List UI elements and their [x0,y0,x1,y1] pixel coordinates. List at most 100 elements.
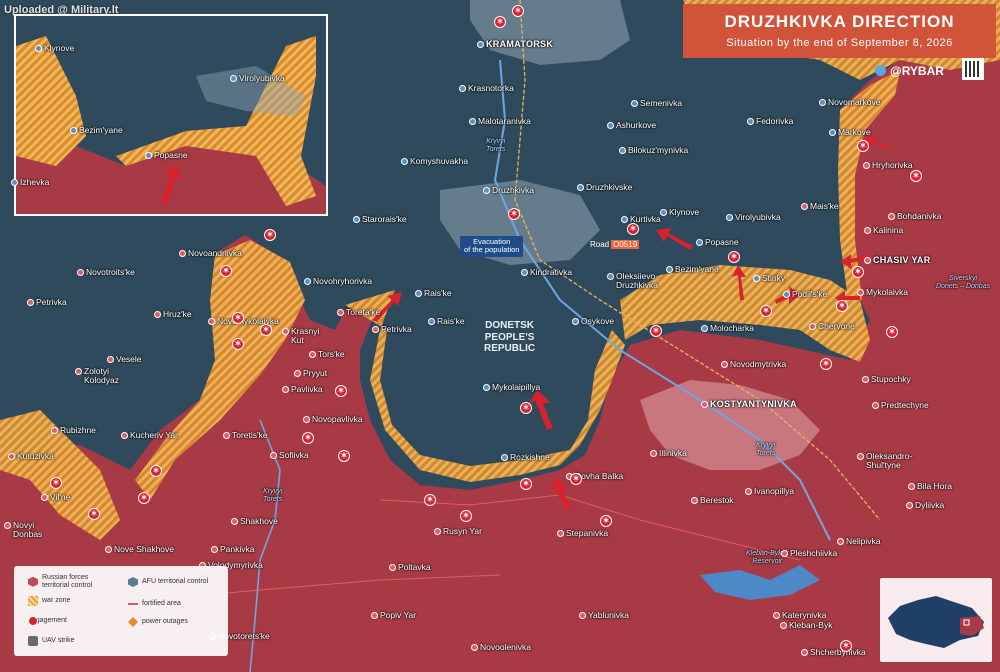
town-label: Predtechyne [881,400,929,410]
inset-town-label: Bezim'yane [79,125,123,135]
town-marker [282,386,289,393]
town-label: Chervone [818,321,855,331]
town-label: Mais'ke [810,201,839,211]
town-label: Krasnyi Kut [291,326,320,345]
engagement-icon: ✶ [150,465,162,477]
town-label: Sofiivka [279,450,309,460]
engagement-icon: ✶ [570,473,582,485]
inset-town-marker [145,152,152,159]
town-marker [179,250,186,257]
town-marker [864,257,871,264]
town-marker [223,432,230,439]
town-marker [41,494,48,501]
town-marker [857,453,864,460]
engagement-icon: ✶ [508,208,520,220]
town-marker [211,546,218,553]
town-label: Malotaranivka [478,116,531,126]
town-label: Nove Shakhove [114,544,175,554]
engagement-icon: ✶ [852,266,864,278]
river-label-4: Siverskyi Donets – Donbas [936,275,991,290]
town-marker [621,216,628,223]
town-label: Novyi Donbas [13,520,43,539]
engagement-icon: ✶ [264,229,276,241]
town-marker [660,209,667,216]
town-marker [888,213,895,220]
town-marker [701,325,708,332]
town-marker [607,122,614,129]
town-marker [483,384,490,391]
town-label: Novomarkove [828,97,881,107]
town-marker [415,290,422,297]
town-label: Zolotyi Kolodyaz [84,366,119,385]
town-label: Fedorivka [756,116,794,126]
town-marker [837,538,844,545]
engagement-icon: ✶ [627,223,639,235]
town-label: Bezim'yane [675,264,719,274]
engagement-icon: ✶ [335,385,347,397]
map-title: Druzhkivka direction [724,12,955,31]
town-marker [270,452,277,459]
town-label: Podil's'ke [792,289,828,299]
town-label: Bilokuz'mynivka [628,145,689,155]
town-marker [389,564,396,571]
town-marker [51,427,58,434]
engagement-icon: ✶ [520,478,532,490]
town-marker [282,328,289,335]
town-marker [372,326,379,333]
town-label: Markove [838,127,871,137]
town-marker [747,118,754,125]
town-marker [863,162,870,169]
town-marker [428,318,435,325]
town-marker [857,289,864,296]
town-label: Ivanopillya [754,486,795,496]
town-label: Rozkishne [510,452,550,462]
town-marker [906,502,913,509]
town-label: Molocharka [710,323,754,333]
legend: Russian forces territorial control AFU t… [14,566,228,656]
legend-afu-label: AFU territorial control [142,578,209,586]
town-label: Virolyubivka [735,212,781,222]
town-marker [371,612,378,619]
town-label: Rais'ke [437,316,465,326]
town-marker [304,278,311,285]
town-label: Stupochky [871,374,911,384]
town-marker [353,216,360,223]
town-marker [864,227,871,234]
town-marker [337,309,344,316]
engagement-icon: ✶ [494,16,506,28]
town-label: Kucheriv Yar [130,430,178,440]
town-marker [105,546,112,553]
engagement-icon: ✶ [650,325,662,337]
town-marker [401,158,408,165]
engagement-icon: ✶ [338,450,350,462]
town-marker [469,118,476,125]
town-marker [231,518,238,525]
town-label: Yablunivka [588,610,629,620]
town-marker [801,649,808,656]
engagement-icon: ✶ [840,640,852,652]
town-label: Druzhkivka [492,185,535,195]
town-label: Katerynivka [782,610,827,620]
town-label: Vil'ne [50,492,71,502]
town-marker [459,85,466,92]
town-label: KRAMATORSK [486,39,554,49]
legend-russian-label: Russian forces territorial control [42,574,93,589]
town-label: Tors'ke [318,349,345,359]
town-marker [631,100,638,107]
engagement-icon: ✶ [138,492,150,504]
engagement-icon: ✶ [232,312,244,324]
town-label: Shcherbynivka [810,647,866,657]
town-label: Novotroits'ke [86,267,135,277]
town-marker [753,275,760,282]
town-label: Novopavlivka [312,414,363,424]
town-marker [701,401,708,408]
engagement-icon: ✶ [820,358,832,370]
qr-code-icon [962,58,984,80]
title-box: Druzhkivka direction Situation by the en… [683,4,996,58]
inset-town-marker [70,127,77,134]
river-label-2: Kryvyi Torets [756,442,776,457]
engagement-icon: ✶ [886,326,898,338]
legend-power-label: power outages [142,618,188,626]
town-label: Novoandriivka [188,248,242,258]
road-label: Road О0519 [590,240,640,249]
